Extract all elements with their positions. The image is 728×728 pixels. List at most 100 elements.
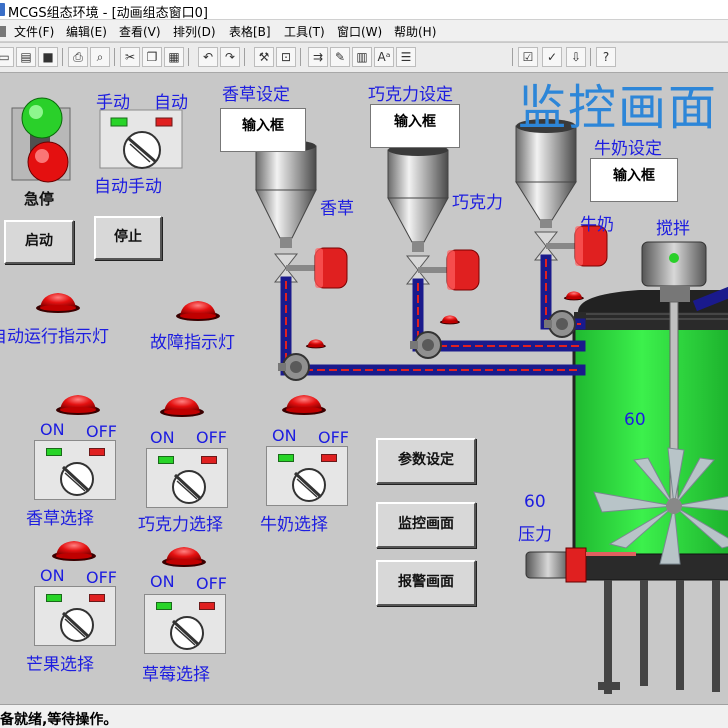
menu-view[interactable]: 查看(V) [119, 23, 161, 40]
off-indicator [199, 602, 215, 610]
strawberry-off-label: OFF [196, 574, 227, 593]
on-indicator [46, 594, 62, 602]
menu-help[interactable]: 帮助(H) [394, 23, 436, 40]
rotary-knob-icon [172, 470, 206, 504]
vanilla-select-switch[interactable] [34, 440, 116, 500]
fault-lamp [176, 301, 220, 321]
tank-level-value: 60 [624, 410, 646, 430]
toolbar-undo[interactable]: ↶ [198, 47, 218, 67]
off-indicator [321, 454, 337, 462]
toolbar-frame[interactable]: ⊡ [276, 47, 296, 67]
milk-setting-label: 牛奶设定 [594, 139, 662, 159]
frame-icon: ⊡ [280, 50, 292, 64]
vanilla-setting-label: 香草设定 [222, 85, 290, 105]
toolbar-print-preview[interactable]: ⌕ [90, 47, 110, 67]
print-preview-icon: ⌕ [96, 50, 104, 64]
menu-window[interactable]: 窗口(W) [337, 23, 382, 40]
off-indicator [89, 594, 105, 602]
edit-icon: ✎ [334, 50, 346, 64]
start-button[interactable]: 启动 [4, 220, 74, 264]
chocolate-hopper [387, 144, 449, 252]
milk-input[interactable]: 输入框 [590, 158, 678, 202]
stop-button[interactable]: 停止 [94, 216, 162, 260]
toolbar-save[interactable]: ■ [38, 47, 58, 67]
paste-icon: ▦ [168, 50, 180, 64]
toolbar-tools[interactable]: ⚒ [254, 47, 274, 67]
animation-canvas[interactable]: 监控画面 手动 自动 自动手动 急停 启动 停止 自动运行指示灯 故障指示灯 香… [0, 74, 728, 704]
toolbar-paste[interactable]: ▦ [164, 47, 184, 67]
rotary-knob-icon [292, 468, 326, 502]
auto-manual-switch [99, 109, 183, 169]
toolbar-redo[interactable]: ↷ [220, 47, 240, 67]
chocolate-select-switch[interactable] [146, 448, 228, 508]
auto-run-lamp-label: 自动运行指示灯 [0, 327, 109, 347]
strawberry-select-switch[interactable] [144, 594, 226, 654]
toolbar-list[interactable]: ☰ [396, 47, 416, 67]
pressure-label: 压力 [518, 525, 552, 545]
rotary-knob-icon [60, 608, 94, 642]
document-menu-icon[interactable] [0, 26, 6, 37]
list-icon: ☰ [400, 50, 412, 64]
alarm-screen-button[interactable]: 报警画面 [376, 560, 476, 606]
vanilla-on-label: ON [40, 420, 65, 439]
toolbar-open[interactable]: ▤ [16, 47, 36, 67]
chocolate-setting-label: 巧克力设定 [368, 85, 453, 105]
app-icon [0, 3, 5, 16]
menu-edit[interactable]: 编辑(E) [66, 23, 107, 40]
window-title: MCGS组态环境 - [动画组态窗口0] [8, 6, 208, 21]
mango-lamp [52, 541, 96, 561]
mango-select-switch[interactable] [34, 586, 116, 646]
auto-manual-label: 自动手动 [94, 177, 162, 197]
toolbar-check[interactable]: ✓ [542, 47, 562, 67]
on-indicator [46, 448, 62, 456]
mcgs-app-window: MCGS组态环境 - [动画组态窗口0] 文件(F) 编辑(E) 查看(V) 排… [0, 0, 728, 728]
cut-icon: ✂ [124, 50, 136, 64]
toolbar-align[interactable]: ⇉ [308, 47, 328, 67]
menu-table[interactable]: 表格[B] [229, 23, 271, 40]
rotary-knob-icon [60, 462, 94, 496]
page-title: 监控画面 [518, 80, 719, 136]
on-indicator [156, 602, 172, 610]
mango-on-label: ON [40, 566, 65, 585]
toolbar-copy[interactable]: ❐ [142, 47, 162, 67]
toolbar-edit[interactable]: ✎ [330, 47, 350, 67]
toolbar-separator [244, 48, 245, 66]
chocolate-off-label: OFF [196, 428, 227, 447]
milk-lamp [282, 395, 326, 415]
toolbar-table[interactable]: ▥ [352, 47, 372, 67]
milk-select-switch[interactable] [266, 446, 348, 506]
menu-arrange[interactable]: 排列(D) [173, 23, 216, 40]
table-icon: ▥ [356, 50, 368, 64]
toolbar-text[interactable]: Aᵃ [374, 47, 394, 67]
align-icon: ⇉ [312, 50, 324, 64]
toolbar-new-file[interactable]: ▭ [0, 47, 14, 67]
new-file-icon: ▭ [0, 50, 10, 64]
rotary-knob-icon [170, 616, 204, 650]
mixing-tank-liquid [572, 322, 728, 576]
chocolate-on-label: ON [150, 428, 175, 447]
status-bar: 准备就绪,等待操作。 [0, 704, 728, 728]
vanilla-hopper [255, 140, 317, 248]
toolbar-properties[interactable]: ☑ [518, 47, 538, 67]
off-indicator [201, 456, 217, 464]
copy-icon: ❐ [146, 50, 158, 64]
chocolate-select-label: 巧克力选择 [138, 515, 223, 535]
vanilla-off-label: OFF [86, 422, 117, 441]
param-setting-button[interactable]: 参数设定 [376, 438, 476, 484]
chocolate-lamp [160, 397, 204, 417]
toolbar-cut[interactable]: ✂ [120, 47, 140, 67]
chocolate-input[interactable]: 输入框 [370, 104, 460, 148]
toolbar-download[interactable]: ⇩ [566, 47, 586, 67]
menu-tools[interactable]: 工具(T) [284, 23, 325, 40]
vanilla-lamp [56, 395, 100, 415]
auto-run-lamp [36, 293, 80, 313]
pressure-value: 60 [524, 492, 546, 512]
strawberry-lamp [162, 547, 206, 567]
toolbar-help[interactable]: ? [596, 47, 616, 67]
menu-file[interactable]: 文件(F) [14, 23, 54, 40]
toolbar-print[interactable]: ⎙ [68, 47, 88, 67]
monitor-screen-button[interactable]: 监控画面 [376, 502, 476, 548]
toolbar-separator [62, 48, 63, 66]
open-icon: ▤ [20, 50, 32, 64]
vanilla-input[interactable]: 输入框 [220, 108, 306, 152]
